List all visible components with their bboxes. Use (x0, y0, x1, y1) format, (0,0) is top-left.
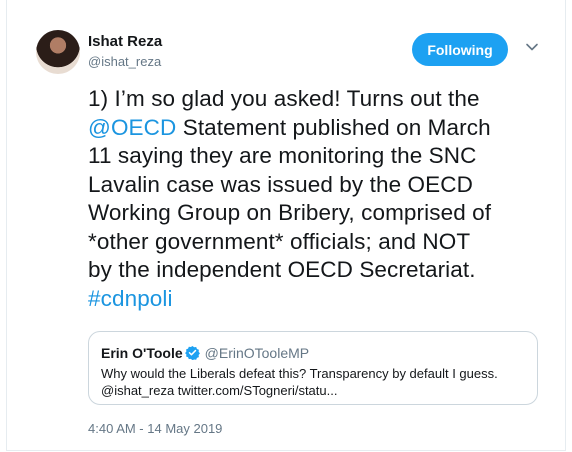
tweet-text-line: #cdnpoli (88, 285, 548, 314)
timestamp[interactable]: 4:40 AM - 14 May 2019 (88, 421, 222, 436)
author-name[interactable]: Ishat Reza (88, 33, 162, 50)
tweet-text-line: *other government* officials; and NOT (88, 228, 471, 254)
tweet-text-fragment: Statement published on March (176, 114, 491, 140)
quoted-author-handle: @ErinOTooleMP (204, 345, 310, 361)
mention-link[interactable]: @OECD (88, 115, 176, 140)
tweet-text-line: 1) I’m so glad you asked! Turns out the (88, 86, 480, 111)
tweet-text-line: Working Group on Bribery, comprised of (88, 200, 492, 225)
author-handle[interactable]: @ishat_reza (88, 54, 161, 69)
quoted-tweet[interactable]: Erin O'Toole @ErinOTooleMP Why would the … (88, 331, 538, 405)
tweet-text: 1) I’m so glad you asked! Turns out the … (88, 85, 548, 313)
tweet-text-line: @OECD Statement published on March (88, 114, 548, 143)
hashtag-link[interactable]: #cdnpoli (88, 286, 173, 311)
verified-icon (184, 345, 200, 360)
avatar[interactable] (36, 30, 80, 74)
tweet-text-line: by the independent OECD Secretariat. (88, 257, 476, 282)
quoted-text-line: Why would the Liberals defeat this? Tran… (101, 366, 498, 381)
quoted-author-name: Erin O'Toole (101, 345, 183, 361)
tweet-text-line: Lavalin case was issued by the OECD (88, 171, 473, 197)
quoted-text-line: @ishat_reza twitter.com/STogneri/statu..… (101, 383, 338, 398)
quoted-tweet-header: Erin O'Toole @ErinOTooleMP (101, 345, 309, 361)
tweet-text-line: 11 saying they are monitoring the SNC (88, 143, 477, 168)
chevron-down-icon[interactable] (525, 40, 539, 54)
quoted-tweet-text: Why would the Liberals defeat this? Tran… (101, 365, 531, 399)
following-button[interactable]: Following (412, 33, 508, 66)
